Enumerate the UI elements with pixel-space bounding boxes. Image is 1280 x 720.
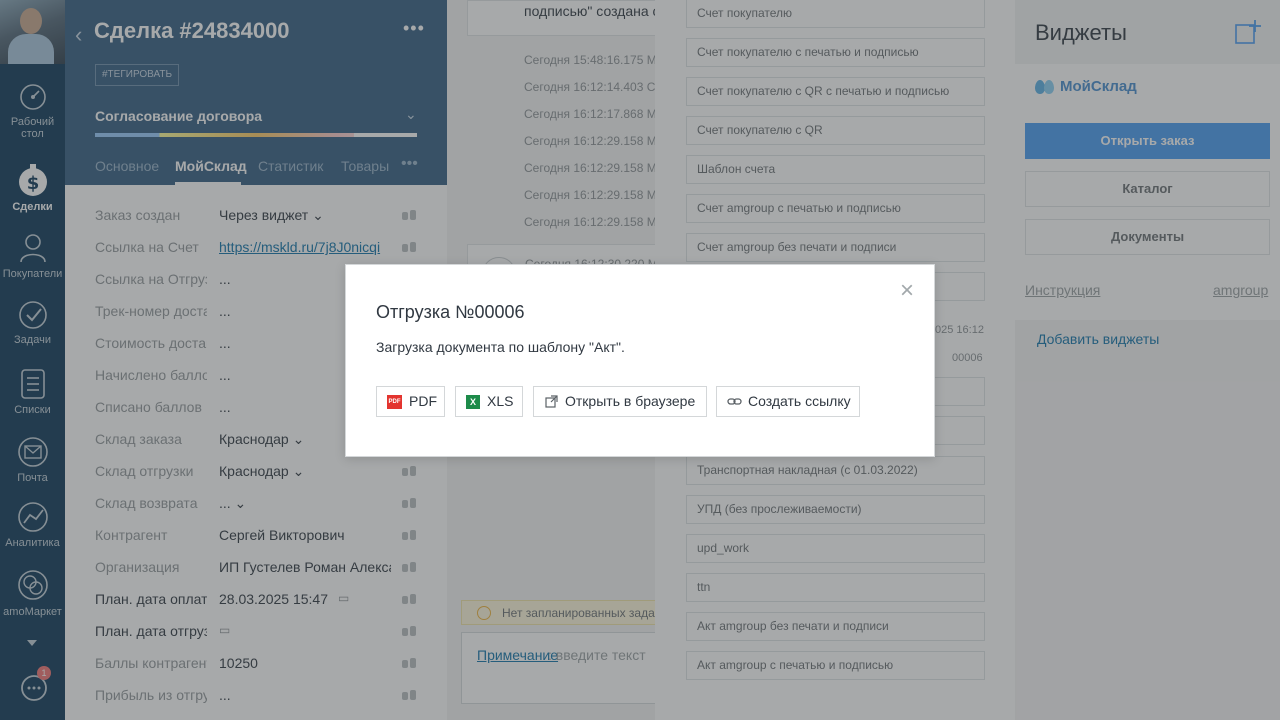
xls-label: XLS (487, 393, 514, 409)
close-icon[interactable]: × (898, 279, 916, 303)
modal-title: Отгрузка №00006 (376, 302, 525, 322)
open-in-browser-label: Открыть в браузере (565, 393, 696, 409)
pdf-label: PDF (409, 393, 437, 409)
external-link-icon (545, 395, 558, 408)
xls-button[interactable]: X XLS (455, 386, 523, 417)
create-link-button[interactable]: Создать ссылку (716, 386, 860, 417)
pdf-button[interactable]: PDF PDF (376, 386, 445, 417)
link-icon (727, 398, 742, 405)
xls-icon: X (466, 395, 480, 409)
create-link-label: Создать ссылку (748, 393, 851, 409)
document-modal: × Отгрузка №00006 Загрузка документа по … (345, 264, 935, 457)
modal-text: Загрузка документа по шаблону "Акт". (376, 339, 625, 355)
open-in-browser-button[interactable]: Открыть в браузере (533, 386, 707, 417)
pdf-icon: PDF (387, 395, 402, 409)
